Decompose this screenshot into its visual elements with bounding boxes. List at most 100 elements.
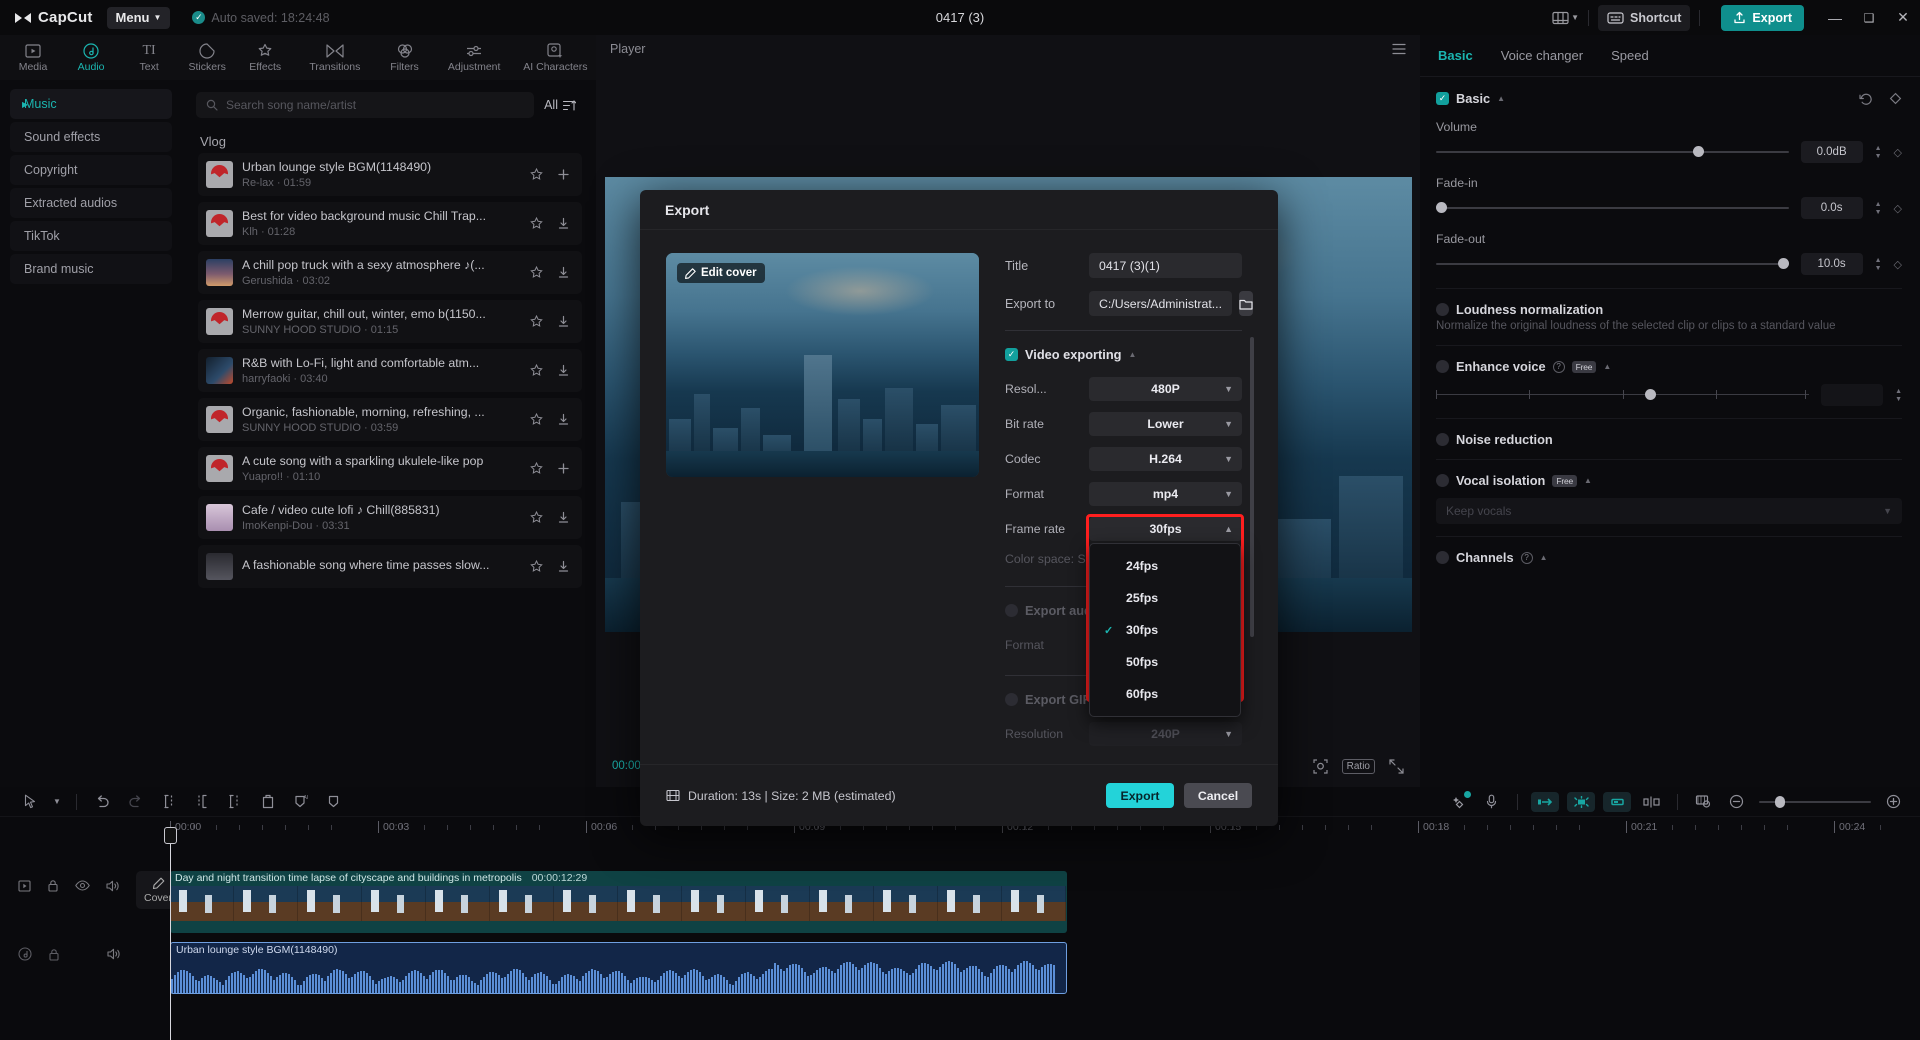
track-play-icon[interactable]: [18, 880, 31, 892]
minimize-button[interactable]: —: [1818, 1, 1852, 35]
lock-icon[interactable]: [47, 879, 59, 892]
enhance-voice-stepper[interactable]: ▲▼: [1895, 388, 1902, 403]
hamburger-icon[interactable]: [1392, 43, 1406, 55]
nav-tab-adjustment[interactable]: Adjustment: [434, 35, 515, 80]
mic-icon[interactable]: [1475, 789, 1508, 815]
preview-icon[interactable]: [1687, 789, 1720, 815]
download-icon[interactable]: [552, 507, 574, 529]
framerate-option-25fps[interactable]: 25fps: [1090, 582, 1240, 614]
chevron-down-icon[interactable]: ▼: [1571, 13, 1579, 22]
video-clip[interactable]: Day and night transition time lapse of c…: [170, 871, 1067, 933]
reset-icon[interactable]: [1859, 92, 1873, 106]
mask-icon[interactable]: [317, 789, 350, 815]
volume-value[interactable]: 0.0dB: [1801, 141, 1863, 163]
codec-select[interactable]: H.264▼: [1089, 447, 1242, 471]
format-select[interactable]: mp4▼: [1089, 482, 1242, 506]
dialog-scrollbar[interactable]: [1250, 337, 1254, 637]
category-sound-effects[interactable]: Sound effects: [10, 122, 172, 152]
audio-track-icon[interactable]: [18, 947, 32, 961]
download-icon[interactable]: [552, 409, 574, 431]
category-music[interactable]: ▶ Music: [10, 89, 172, 119]
delete-icon[interactable]: [251, 789, 284, 815]
menu-button[interactable]: Menu ▼: [107, 7, 171, 29]
resolution-select[interactable]: 480P▼: [1089, 377, 1242, 401]
search-input[interactable]: Search song name/artist: [196, 92, 534, 118]
playhead-handle[interactable]: [164, 827, 177, 844]
basic-checkbox[interactable]: ✓: [1436, 92, 1449, 105]
download-icon[interactable]: [552, 360, 574, 382]
list-item[interactable]: A chill pop truck with a sexy atmosphere…: [198, 251, 582, 294]
nav-tab-ai-characters[interactable]: AI Characters: [515, 35, 596, 80]
framerate-option-24fps[interactable]: 24fps: [1090, 550, 1240, 582]
list-item[interactable]: Urban lounge style BGM(1148490)Re-lax · …: [198, 153, 582, 196]
category-tiktok[interactable]: TikTok: [10, 221, 172, 251]
enhance-voice-value[interactable]: [1821, 384, 1883, 406]
list-item[interactable]: Best for video background music Chill Tr…: [198, 202, 582, 245]
title-input[interactable]: 0417 (3)(1): [1089, 253, 1242, 278]
maximize-button[interactable]: ❑: [1852, 1, 1886, 35]
fadeout-slider[interactable]: [1436, 256, 1789, 272]
filter-button[interactable]: All: [544, 98, 580, 112]
category-copyright[interactable]: Copyright: [10, 155, 172, 185]
keyframe-icon[interactable]: ◇: [1894, 202, 1902, 215]
export-audio-checkbox[interactable]: [1005, 604, 1018, 617]
zoom-fit-icon[interactable]: [1313, 759, 1328, 774]
folder-icon[interactable]: [1239, 291, 1253, 316]
volume-slider[interactable]: [1436, 144, 1789, 160]
magic-tool-icon[interactable]: [1442, 789, 1475, 815]
undo-icon[interactable]: [86, 789, 119, 815]
favorite-icon[interactable]: [525, 507, 547, 529]
fullscreen-icon[interactable]: [1389, 759, 1404, 774]
channels-checkbox[interactable]: [1436, 551, 1449, 564]
list-item[interactable]: R&B with Lo-Fi, light and comfortable at…: [198, 349, 582, 392]
nav-tab-text[interactable]: TI Text: [120, 35, 178, 80]
bitrate-select[interactable]: Lower▼: [1089, 412, 1242, 436]
mixer-left-icon[interactable]: [1531, 792, 1559, 812]
enhance-voice-slider[interactable]: [1436, 387, 1809, 403]
playhead[interactable]: [170, 839, 171, 1040]
tab-speed[interactable]: Speed: [1611, 48, 1649, 63]
mixer-center-icon[interactable]: [1567, 792, 1595, 812]
mute-icon[interactable]: [106, 880, 120, 892]
nav-tab-filters[interactable]: Filters: [375, 35, 433, 80]
list-item[interactable]: Merrow guitar, chill out, winter, emo b(…: [198, 300, 582, 343]
nav-tab-transitions[interactable]: Transitions: [294, 35, 375, 80]
favorite-icon[interactable]: [525, 262, 547, 284]
tab-basic[interactable]: Basic: [1438, 48, 1473, 63]
lock-icon[interactable]: [48, 948, 60, 961]
list-item[interactable]: A cute song with a sparkling ukulele-lik…: [198, 447, 582, 490]
redo-icon[interactable]: [119, 789, 152, 815]
chevron-up-icon[interactable]: ▲: [1540, 553, 1548, 562]
eye-icon[interactable]: [75, 880, 90, 891]
close-button[interactable]: ✕: [1886, 1, 1920, 35]
chevron-up-icon[interactable]: ▲: [1128, 350, 1136, 359]
list-item[interactable]: A fashionable song where time passes slo…: [198, 545, 582, 588]
ratio-button[interactable]: Ratio: [1342, 759, 1375, 774]
enhance-voice-checkbox[interactable]: [1436, 360, 1449, 373]
favorite-icon[interactable]: [525, 164, 547, 186]
align-icon[interactable]: [1635, 789, 1668, 815]
audio-clip[interactable]: Urban lounge style BGM(1148490): [170, 942, 1067, 994]
chevron-up-icon[interactable]: ▲: [1603, 362, 1611, 371]
favorite-icon[interactable]: [525, 360, 547, 382]
download-icon[interactable]: [552, 311, 574, 333]
edit-cover-button[interactable]: Edit cover: [677, 263, 765, 283]
fadein-slider[interactable]: [1436, 200, 1789, 216]
export-confirm-button[interactable]: Export: [1106, 783, 1174, 808]
favorite-icon[interactable]: [525, 213, 547, 235]
fadein-stepper[interactable]: ▲▼: [1875, 201, 1882, 216]
favorite-icon[interactable]: [525, 556, 547, 578]
favorite-icon[interactable]: [525, 311, 547, 333]
framerate-select[interactable]: 30fps ▲ 24fps 25fps ✓30fps 50fps 60fps: [1089, 517, 1242, 541]
fadeout-stepper[interactable]: ▲▼: [1875, 257, 1882, 272]
add-icon[interactable]: [552, 164, 574, 186]
timeline-zoom-slider[interactable]: [1759, 795, 1871, 809]
list-item[interactable]: Organic, fashionable, morning, refreshin…: [198, 398, 582, 441]
keyframe-icon[interactable]: [1889, 92, 1902, 105]
vocal-isolation-checkbox[interactable]: [1436, 474, 1449, 487]
ai-mask-icon[interactable]: AI: [284, 789, 317, 815]
split-icon[interactable]: [152, 789, 185, 815]
fadein-value[interactable]: 0.0s: [1801, 197, 1863, 219]
gif-resolution-select[interactable]: 240P▼: [1089, 722, 1242, 746]
trim-left-icon[interactable]: [185, 789, 218, 815]
